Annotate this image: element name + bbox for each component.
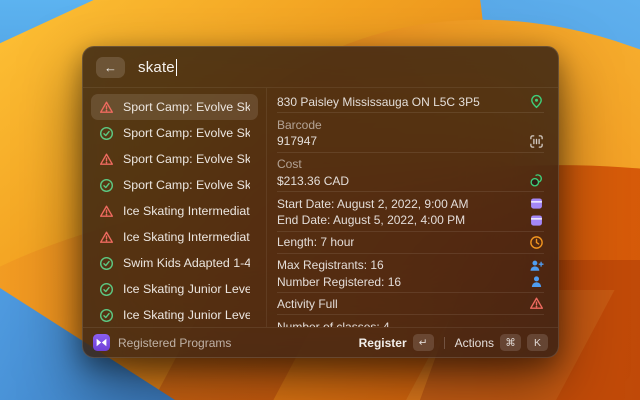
detail-text: Length: 7 hour — [277, 235, 355, 249]
detail-row: Number Registered: 16 — [277, 274, 544, 293]
check-circle-icon — [99, 256, 114, 271]
content-area: Sport Camp: Evolve Skateboard... Sport C… — [83, 88, 558, 327]
detail-row: Activity Full — [277, 296, 544, 315]
detail-row: Barcode — [277, 116, 544, 134]
text-caret — [175, 58, 178, 76]
detail-row: $213.36 CAD — [277, 173, 544, 192]
check-circle-icon — [99, 308, 114, 323]
check-circle-icon — [99, 178, 114, 193]
search-input[interactable]: skate — [138, 58, 178, 76]
detail-row: Cost — [277, 156, 544, 174]
detail-row: Number of classes: 4 — [277, 318, 544, 327]
list-item[interactable]: Sport Camp: Evolve Skateboard... — [91, 120, 258, 146]
warning-icon — [99, 152, 114, 167]
barcode-scan-icon — [529, 134, 544, 149]
list-item[interactable]: Swim Kids Adapted 1-4 — [91, 250, 258, 276]
detail-row: Length: 7 hour — [277, 235, 544, 254]
search-bar: ← skate — [83, 47, 558, 88]
action-bar: Registered Programs Register ↵ Actions ⌘… — [83, 327, 558, 357]
detail-panel: 830 Paisley Mississauga ON L5C 3P5 Barco… — [267, 88, 558, 327]
check-circle-icon — [99, 282, 114, 297]
detail-text: Max Registrants: 16 — [277, 258, 384, 273]
detail-row: Start Date: August 2, 2022, 9:00 AM — [277, 195, 544, 213]
warning-icon — [529, 296, 544, 311]
launcher-window: ← skate Sport Camp: Evolve Skateboard... — [82, 46, 559, 358]
app-name-label: Registered Programs — [118, 335, 232, 350]
detail-row: End Date: August 5, 2022, 4:00 PM — [277, 213, 544, 232]
warning-icon — [99, 100, 114, 115]
coins-icon — [529, 173, 544, 188]
list-item-label: Sport Camp: Evolve Skateboard... — [123, 152, 250, 166]
registered-programs-app-icon — [93, 334, 110, 351]
search-query: skate — [138, 58, 175, 76]
detail-text: Activity Full — [277, 296, 338, 311]
list-item-label: Sport Camp: Evolve Skateboard... — [123, 178, 250, 192]
clock-icon — [529, 235, 544, 250]
detail-text: Barcode — [277, 117, 322, 132]
list-item-label: Ice Skating Junior Levels 1 to 8... — [123, 308, 250, 322]
return-key-icon[interactable]: ↵ — [412, 334, 434, 351]
list-item-label: Sport Camp: Evolve Skateboard... — [123, 126, 250, 140]
back-button[interactable]: ← — [96, 56, 125, 78]
list-item-label: Ice Skating Intermediate and Fig... — [123, 230, 250, 244]
register-button[interactable]: Register — [359, 336, 407, 350]
detail-row: 917947 — [277, 134, 544, 153]
warning-icon — [99, 204, 114, 219]
list-item-label: Swim Kids Adapted 1-4 — [123, 256, 250, 270]
person-add-icon — [529, 258, 544, 273]
person-icon — [529, 274, 544, 289]
detail-text: Start Date: August 2, 2022, 9:00 AM — [277, 196, 469, 211]
detail-text: Cost — [277, 157, 302, 172]
results-list[interactable]: Sport Camp: Evolve Skateboard... Sport C… — [83, 88, 267, 327]
list-item-label: Ice Skating Junior Levels 1 to 8... — [123, 282, 250, 296]
actions-button[interactable]: Actions — [455, 336, 494, 350]
list-item[interactable]: Ice Skating Junior Levels 1 to 8... — [91, 276, 258, 302]
list-item[interactable]: Ice Skating Intermediate and Fig... — [91, 224, 258, 250]
detail-text: $213.36 CAD — [277, 173, 350, 188]
detail-row: 830 Paisley Mississauga ON L5C 3P5 — [277, 94, 544, 113]
list-item[interactable]: Sport Camp: Evolve Skateboard... — [91, 172, 258, 198]
list-item-label: Ice Skating Intermediate and Fig... — [123, 204, 250, 218]
detail-text: 830 Paisley Mississauga ON L5C 3P5 — [277, 94, 480, 109]
list-item[interactable]: Sport Camp: Evolve Skateboard... — [91, 146, 258, 172]
calendar-icon — [529, 196, 544, 211]
list-item[interactable]: Sport Camp: Evolve Skateboard... — [91, 94, 258, 120]
calendar-icon — [529, 213, 544, 228]
detail-text: Number Registered: 16 — [277, 274, 402, 289]
list-item-label: Sport Camp: Evolve Skateboard... — [123, 100, 250, 114]
detail-text: Number of classes: 4 — [277, 319, 390, 327]
location-pin-icon — [529, 94, 544, 109]
detail-row: Max Registrants: 16 — [277, 257, 544, 275]
warning-icon — [99, 230, 114, 245]
k-key-icon[interactable]: K — [527, 334, 548, 351]
list-item[interactable]: Ice Skating Junior Levels 1 to 8... — [91, 302, 258, 327]
detail-text: 917947 — [277, 134, 318, 148]
list-item[interactable]: Ice Skating Intermediate and Fig... — [91, 198, 258, 224]
detail-text: End Date: August 5, 2022, 4:00 PM — [277, 213, 466, 227]
command-key-icon[interactable]: ⌘ — [500, 334, 521, 351]
footer-divider — [443, 336, 445, 349]
check-circle-icon — [99, 126, 114, 141]
back-arrow-icon: ← — [104, 59, 117, 75]
